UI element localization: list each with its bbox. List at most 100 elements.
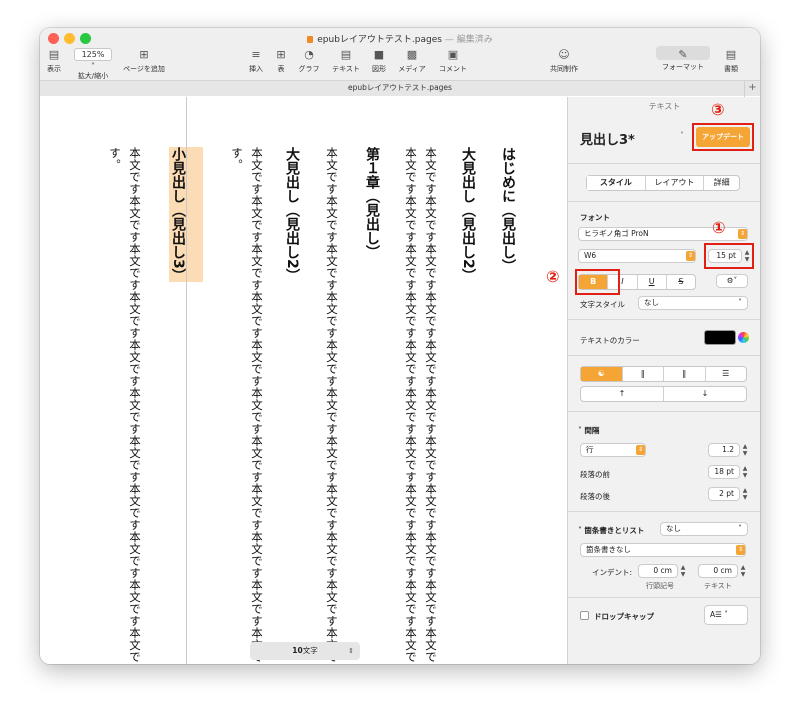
comment-icon: ▣ [447,48,459,61]
tab-layout[interactable]: レイアウト [646,176,705,190]
format-sidebar: テキスト 見出し3* ˅ アップデート ③ スタイル レイアウト 詳細 フォント… [546,97,760,664]
para-before-field[interactable]: 18 pt [708,465,740,479]
color-swatch [705,331,735,344]
strikethrough-button[interactable]: S [667,275,695,289]
divider [568,355,760,356]
format-button[interactable]: ✎ フォーマット [656,46,710,72]
annotation-number-3: ③ [711,100,725,119]
column-body[interactable]: す。 [230,147,243,664]
text-color-label[interactable]: テキストのカラー [580,335,640,346]
column-body[interactable]: 本文です本文です本文です本文です本文です本文です本文です本文です本文です本文です… [404,147,417,664]
increase-indent-button[interactable]: ↓ [664,387,746,401]
spacing-section-title[interactable]: ˅ 間隔 [578,425,599,436]
tab-details[interactable]: 詳細 [704,176,739,190]
add-page-icon: ⊞ [139,48,149,61]
media-icon: ▩ [406,48,418,61]
updown-chevron-icon[interactable]: ⇕ [736,545,745,555]
pages-document-icon [307,36,314,43]
table-button[interactable]: ⊞ 表 [272,48,290,74]
tab-style[interactable]: スタイル [587,176,646,190]
para-after-stepper[interactable]: ▲ ▼ [741,487,749,501]
line-spacing-field[interactable]: 1.2 [708,443,740,457]
text-options-button[interactable]: ⚙˅ [716,274,748,288]
indent-bullet-field[interactable]: 0 cm [638,564,678,578]
annotation-box-3 [692,123,754,151]
underline-button[interactable]: U [638,275,667,289]
shape-button[interactable]: ■ 図形 [368,48,390,74]
char-style-select[interactable]: なし ˅ [638,296,748,310]
indent-label: インデント: [592,568,633,577]
toolbar: epubレイアウトテスト.pages — 編集済み ▤ 表示 125% ˅ 拡大… [40,28,760,97]
dropcap-style-select[interactable]: A☰ ˅ [704,605,748,625]
para-after-label: 段落の後 [580,492,610,501]
zoom-select[interactable]: 125% ˅ [74,48,112,71]
column-heading[interactable]: 小見出し（見出し3） [170,147,186,347]
document-canvas[interactable]: はじめに（見出し） 大見出し（見出し2） 本文です本文です本文です本文です本文で… [40,97,567,664]
divider [568,319,760,320]
paragraph-style-name[interactable]: 見出し3* [580,129,635,148]
column-heading[interactable]: はじめに（見出し） [500,147,516,347]
zoom-control[interactable]: 125% ˅ 拡大/縮小 [74,48,112,81]
annotation-number-2: ② [546,267,560,286]
indent-text-stepper[interactable]: ▲ ▼ [739,564,747,578]
align-bottom-button[interactable]: ‖ [664,367,706,381]
tab-bar: epubレイアウトテスト.pages + [40,80,760,97]
column-body[interactable]: す。 [108,147,121,664]
chevron-down-icon: ˅ [91,62,95,71]
text-box-button[interactable]: ▤ テキスト [330,48,362,74]
divider [568,511,760,512]
updown-chevron-icon: ⇕ [348,647,354,655]
media-button[interactable]: ▩ メディア [396,48,428,74]
dropcap-label[interactable]: ドロップキャップ [594,611,654,622]
updown-chevron-icon[interactable]: ⇕ [686,251,695,261]
color-wheel-icon[interactable] [738,332,749,343]
updown-chevron-icon[interactable]: ⇕ [738,229,747,239]
bullets-select[interactable]: なし ˅ [660,522,748,536]
annotation-box-2 [575,269,620,295]
text-color-well[interactable] [704,330,736,345]
line-spacing-stepper[interactable]: ▲ ▼ [741,443,749,457]
updown-chevron-icon[interactable]: ⇕ [636,445,645,455]
dropcap-preview-icon: A☰ [710,610,722,619]
column-body[interactable]: 本文です本文です本文です本文です本文です本文です本文です本文です本文です本文です… [424,147,437,664]
column-body[interactable]: 本文です本文です本文です本文です本文です本文です本文です本文です本文です本文です… [128,147,141,664]
document-button[interactable]: ▤ 書類 [720,48,742,74]
dropcap-checkbox[interactable] [580,611,589,620]
indent-text-field[interactable]: 0 cm [698,564,738,578]
align-top-button[interactable]: ☯ [581,367,623,381]
comment-button[interactable]: ▣ コメント [436,48,470,74]
column-heading[interactable]: 第１章（見出し） [364,147,380,347]
bullets-section-title[interactable]: ˅ 箇条書きとリスト [578,525,644,536]
para-after-field[interactable]: 2 pt [708,487,740,501]
document-tab[interactable]: epubレイアウトテスト.pages [348,83,452,92]
chevron-down-icon[interactable]: ˅ [680,131,684,140]
bullet-style-select[interactable]: 箇条書きなし [580,543,746,557]
text-margin-guide [186,97,187,664]
shape-icon: ■ [373,48,385,61]
column-body[interactable]: 本文です本文です本文です本文です本文です本文です本文です本文です本文です本文です… [250,147,263,664]
annotation-number-1: ① [712,218,726,237]
column-body[interactable]: 本文です本文です本文です本文です本文です本文です本文です本文です本文です本文です… [325,147,338,664]
text-box-icon: ▤ [340,48,352,61]
chart-button[interactable]: ◔ グラフ [296,48,322,74]
collaborate-icon: ☺ [558,48,570,61]
paintbrush-icon: ✎ [656,46,710,61]
collaborate-button[interactable]: ☺ 共同制作 [546,48,582,74]
divider [568,411,760,412]
view-menu-button[interactable]: ▤ 表示 [44,48,64,74]
alignment-buttons: ☯ ‖ ‖ ☰ [580,366,747,382]
add-page-button[interactable]: ⊞ ページを追加 [120,48,168,74]
new-tab-button[interactable]: + [744,81,760,97]
indent-buttons: ↑ ↓ [580,386,747,402]
font-weight-select[interactable]: W6 [578,249,696,263]
align-justify-button[interactable]: ☰ [706,367,747,381]
para-before-stepper[interactable]: ▲ ▼ [741,465,749,479]
insert-button[interactable]: ≡ 挿入 [246,48,266,74]
align-center-button[interactable]: ‖ [623,367,664,381]
decrease-indent-button[interactable]: ↑ [581,387,664,401]
word-count-pill[interactable]: 10文字 ⇕ [250,642,360,660]
font-section-title: フォント [580,213,610,222]
column-heading[interactable]: 大見出し（見出し2） [460,147,476,347]
indent-bullet-stepper[interactable]: ▲ ▼ [679,564,687,578]
column-heading[interactable]: 大見出し（見出し2） [284,147,300,347]
